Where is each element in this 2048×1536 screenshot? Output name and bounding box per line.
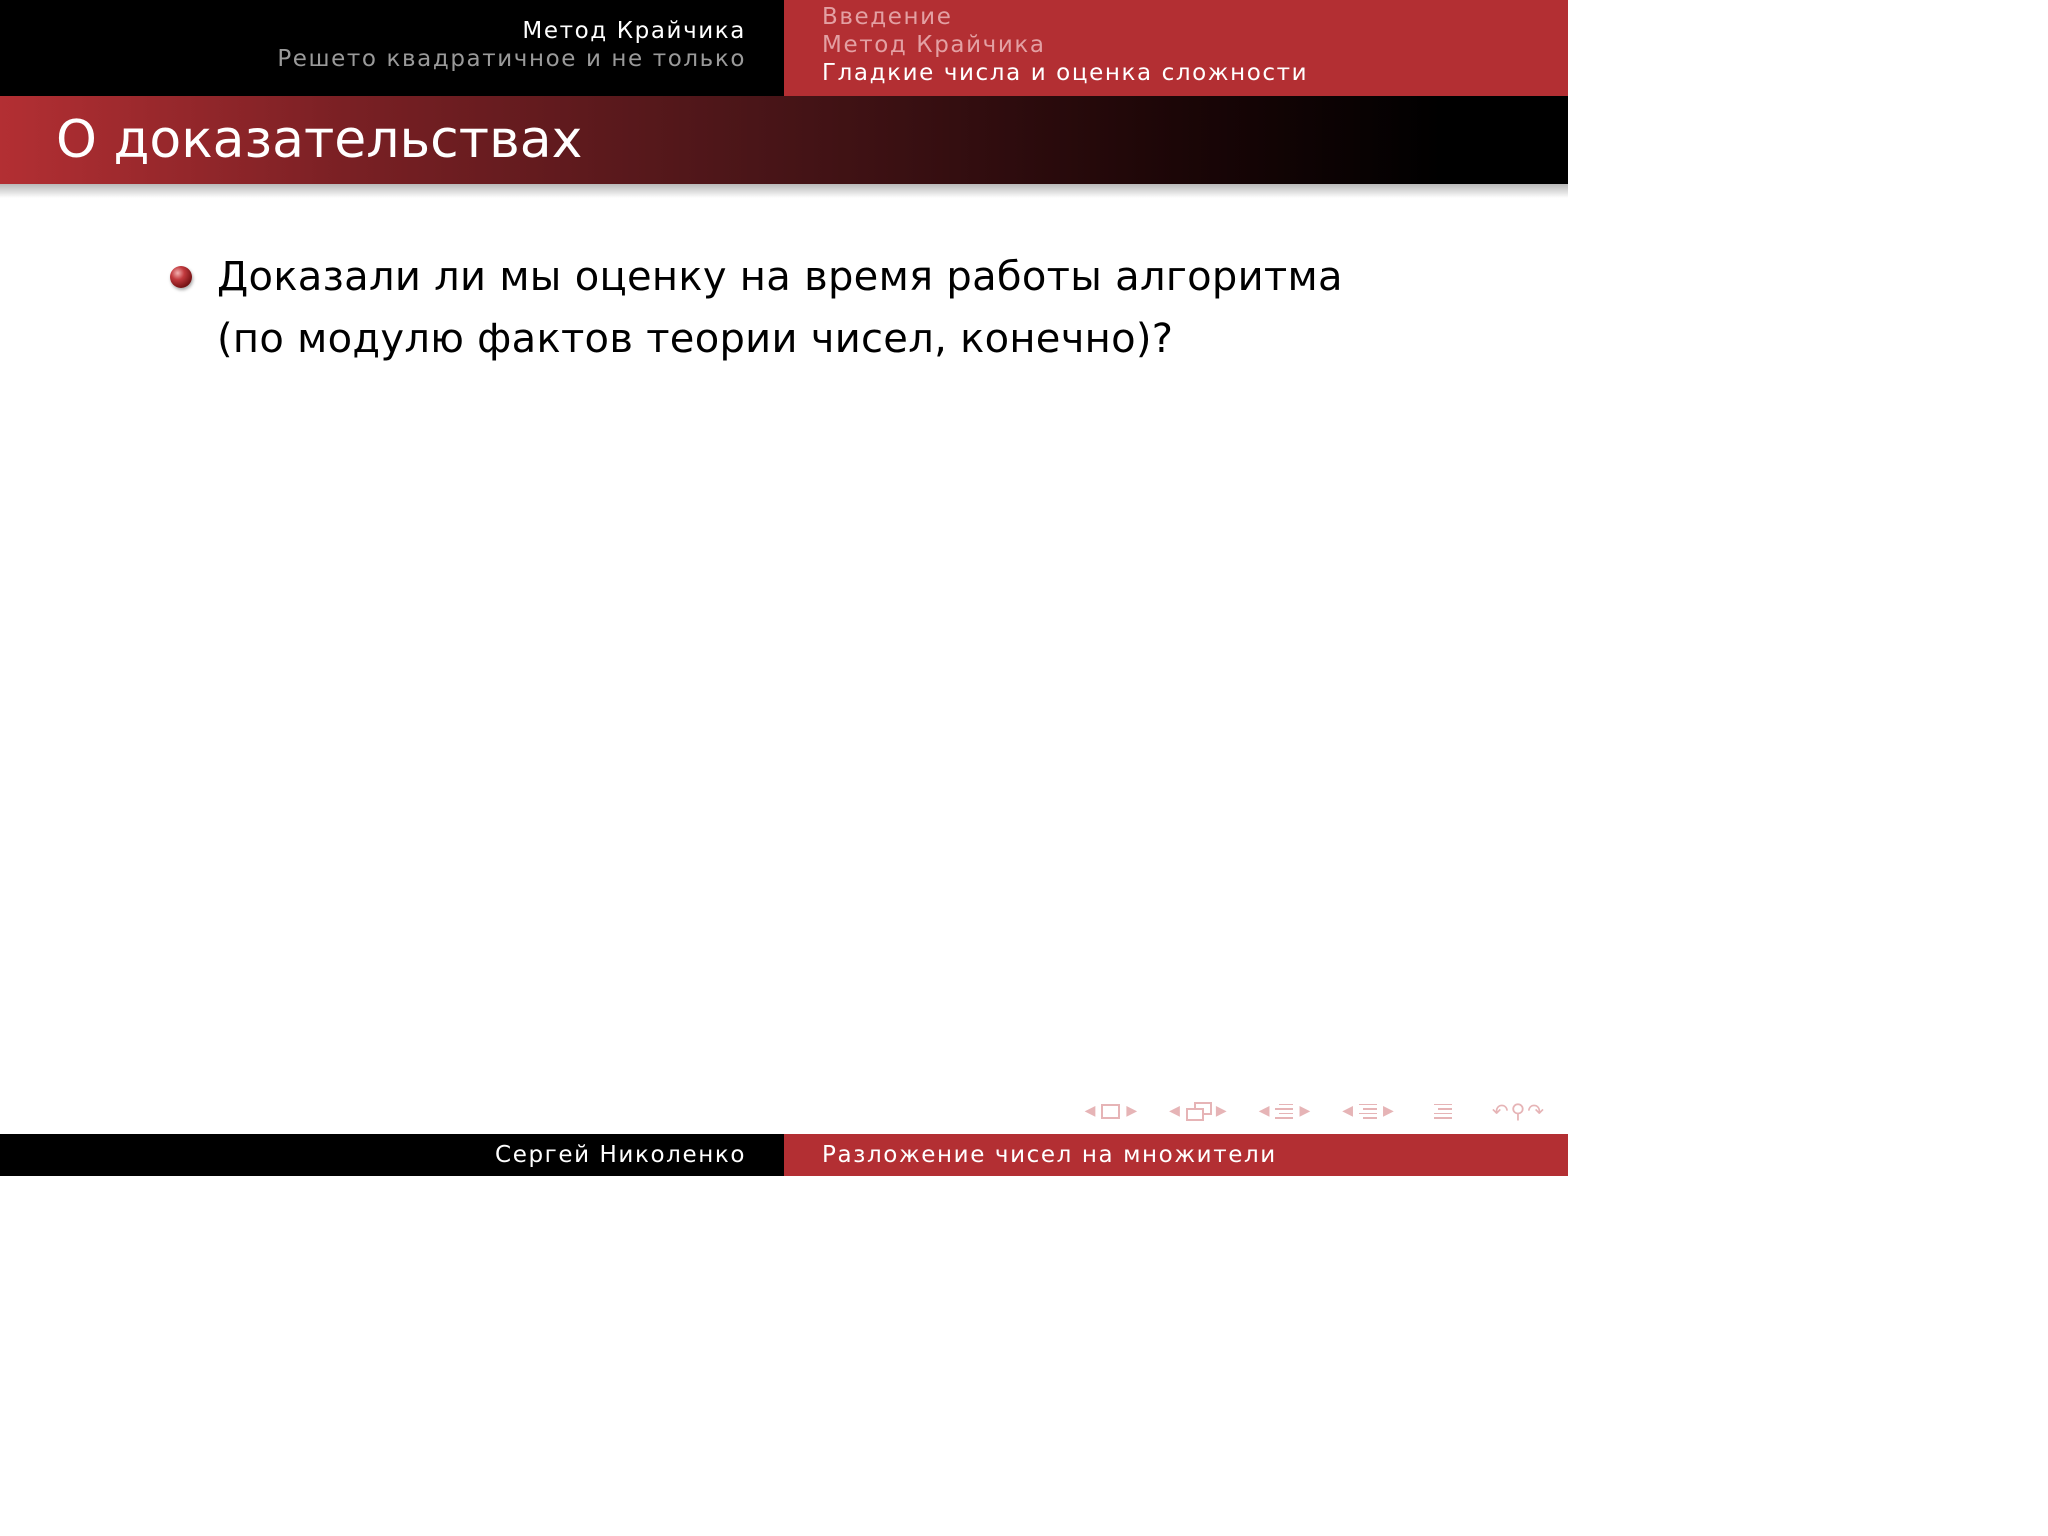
beamer-navigation-symbols: ◀ ▶ ◀ ▶ ◀ ▶ ◀ ▶ ↶ ⚲ ↷ xyxy=(1059,1094,1546,1128)
next-frame-icon[interactable]: ▶ xyxy=(1216,1103,1227,1119)
search-nav-group: ↶ ⚲ ↷ xyxy=(1492,1099,1546,1123)
appendix-nav-group xyxy=(1433,1102,1452,1120)
slide-content: Доказали ли мы оценку на время работы ал… xyxy=(170,246,1420,370)
next-section-icon[interactable]: ▶ xyxy=(1383,1103,1394,1119)
sphere-bullet-icon xyxy=(170,266,192,288)
talk-title: Разложение чисел на множители xyxy=(822,1142,1277,1168)
section-nav-group: ◀ ▶ xyxy=(1336,1102,1400,1120)
frame-title: О доказательствах xyxy=(56,110,583,170)
headline-bar: Метод Крайчика Решето квадратичное и не … xyxy=(0,0,1568,96)
footline-bar: Сергей Николенко Разложение чисел на мно… xyxy=(0,1134,1568,1176)
search-icon[interactable]: ⚲ xyxy=(1511,1099,1528,1123)
subsection-icon[interactable] xyxy=(1275,1102,1294,1120)
section-icon[interactable] xyxy=(1359,1102,1378,1120)
prev-slide-icon[interactable]: ◀ xyxy=(1085,1103,1096,1119)
slide-icon[interactable] xyxy=(1101,1103,1121,1119)
headline-left-panel: Метод Крайчика Решето квадратичное и не … xyxy=(0,0,784,96)
prev-frame-icon[interactable]: ◀ xyxy=(1169,1103,1180,1119)
next-subsection-icon[interactable]: ▶ xyxy=(1299,1103,1310,1119)
appendix-icon[interactable] xyxy=(1433,1102,1452,1120)
next-slide-icon[interactable]: ▶ xyxy=(1126,1103,1137,1119)
current-subsection-title[interactable]: Решето квадратичное и не только xyxy=(277,45,746,73)
prev-subsection-icon[interactable]: ◀ xyxy=(1259,1103,1270,1119)
frame-title-shadow xyxy=(0,184,1568,198)
nav-section-kraitchik[interactable]: Метод Крайчика xyxy=(822,31,1046,59)
nav-section-smooth-numbers[interactable]: Гладкие числа и оценка сложности xyxy=(822,59,1308,87)
subsection-nav-group: ◀ ▶ xyxy=(1253,1102,1317,1120)
prev-section-icon[interactable]: ◀ xyxy=(1342,1103,1353,1119)
frame-nav-group: ◀ ▶ xyxy=(1163,1102,1233,1121)
author-name: Сергей Николенко xyxy=(495,1142,746,1168)
current-section-title[interactable]: Метод Крайчика xyxy=(522,17,746,45)
frame-icon[interactable] xyxy=(1185,1102,1212,1121)
forward-icon[interactable]: ↷ xyxy=(1527,1099,1546,1123)
back-icon[interactable]: ↶ xyxy=(1492,1099,1511,1123)
bullet-text: Доказали ли мы оценку на время работы ал… xyxy=(217,254,1343,362)
nav-section-intro[interactable]: Введение xyxy=(822,3,952,31)
bullet-item: Доказали ли мы оценку на время работы ал… xyxy=(170,246,1420,370)
footline-left-panel: Сергей Николенко xyxy=(0,1134,784,1176)
footline-right-panel: Разложение чисел на множители xyxy=(784,1134,1568,1176)
slide-nav-group: ◀ ▶ xyxy=(1079,1103,1144,1119)
headline-right-panel: Введение Метод Крайчика Гладкие числа и … xyxy=(784,0,1568,96)
frame-title-bar: О доказательствах xyxy=(0,96,1568,184)
